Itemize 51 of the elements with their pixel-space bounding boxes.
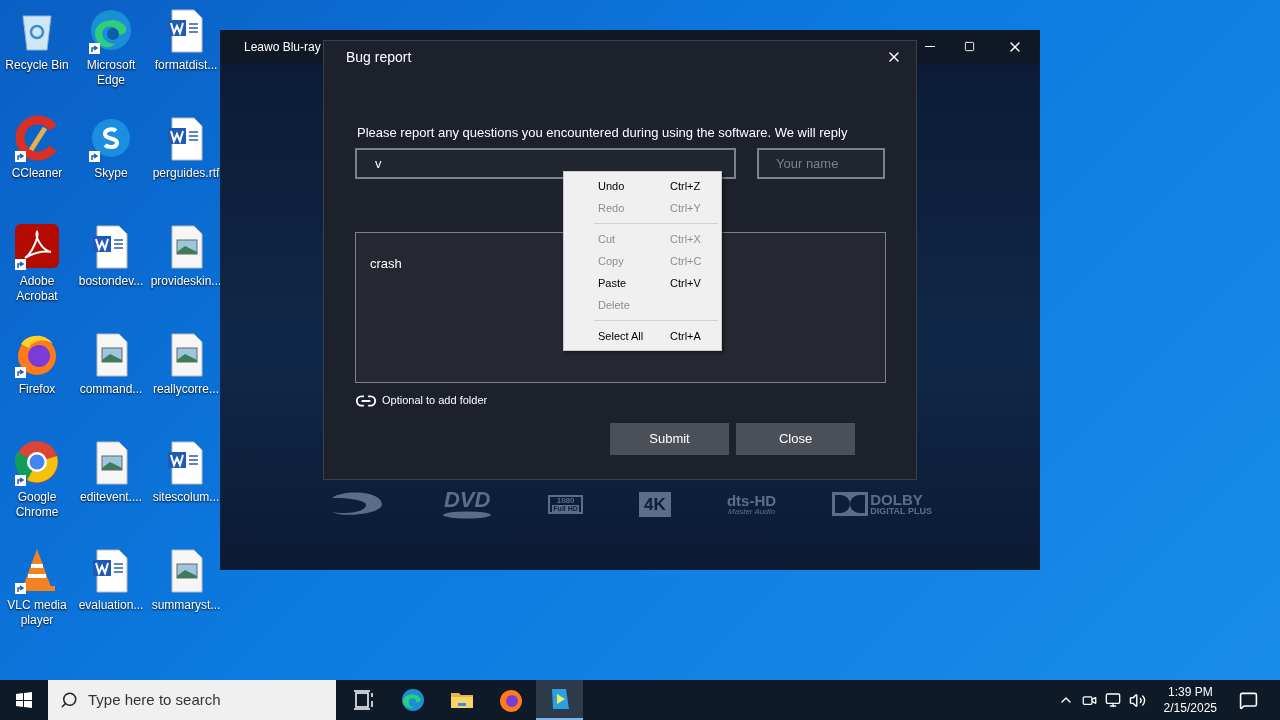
format-logo-text: 4K [639, 491, 671, 517]
firefox-icon [497, 687, 524, 713]
desktop-icon-label[interactable]: evaluation... [74, 598, 148, 613]
windows-logo-icon [16, 692, 32, 708]
submit-button[interactable]: Submit [610, 422, 729, 455]
notification-icon[interactable] [1239, 690, 1258, 710]
desktop-icon-label[interactable]: Google Chrome [0, 490, 74, 520]
desktop-icon-label[interactable]: editevent.... [74, 490, 148, 505]
volume-icon[interactable] [1128, 691, 1146, 709]
desktop-icon-label[interactable]: formatdist... [149, 58, 223, 73]
window-title: Leawo Blu-ray [244, 38, 321, 56]
desktop-icon-label[interactable]: sitescolum... [149, 490, 223, 505]
desktop-icon-label[interactable]: perguides.rtf [149, 166, 223, 181]
desktop-icon-label[interactable]: CCleaner [0, 166, 74, 181]
desktop-icon-label[interactable]: Adobe Acrobat [0, 274, 74, 304]
format-logo-text: DOLBY [870, 492, 924, 507]
clock-date[interactable]: 2/15/2025 [1163, 700, 1217, 716]
search-field[interactable]: Type here to search [48, 680, 336, 720]
menu-item[interactable]: Paste Ctrl+V [564, 272, 721, 294]
chrome-icon [13, 438, 61, 486]
edge-icon [399, 687, 426, 713]
format-logo-text: dts-HD [726, 492, 777, 508]
attach-folder-link[interactable]: Optional to add folder [382, 392, 488, 409]
desktop-icon-label[interactable]: VLC media player [0, 598, 74, 628]
maximize-icon [963, 41, 975, 52]
taskbar-app[interactable] [536, 680, 583, 720]
close-button[interactable]: Close [736, 422, 855, 455]
desktop-icon-label[interactable]: Firefox [0, 382, 74, 397]
desktop-icon-label[interactable]: summaryst... [149, 598, 223, 613]
format-logo-text: Master Audio [728, 507, 775, 516]
desktop-icon-label[interactable]: reallycorre... [149, 382, 223, 397]
network-icon[interactable] [1104, 692, 1121, 708]
format-logo-text: 1080 [556, 496, 575, 505]
desktop-icon-label[interactable]: Skype [74, 166, 148, 181]
prompt-text: Please report any questions you encountered during using the software. We will reply [357, 124, 849, 142]
desktop-icon-label[interactable]: Recycle Bin [0, 58, 74, 73]
search-icon [60, 691, 78, 709]
desktop-icon-label[interactable]: provideskin... [149, 274, 223, 289]
double-d-icon [832, 492, 869, 516]
format-logo-text: DIGITAL PLUS [870, 507, 932, 516]
format-logo-text: DVD [443, 489, 491, 511]
acrobat-icon [13, 222, 61, 270]
disc-icon [442, 511, 493, 519]
desktop-icon-label[interactable]: command... [74, 382, 148, 397]
dialog-title: Bug report [346, 47, 412, 67]
desktop-icon-label[interactable]: bostondev... [74, 274, 148, 289]
desktop-icon-label[interactable]: Microsoft Edge [74, 58, 148, 88]
name-field[interactable]: Your name [757, 147, 885, 179]
clock-time[interactable]: 1:39 PM [1167, 684, 1213, 700]
minimize-icon [925, 46, 935, 47]
menu-item[interactable]: Select All Ctrl+A [564, 325, 721, 347]
